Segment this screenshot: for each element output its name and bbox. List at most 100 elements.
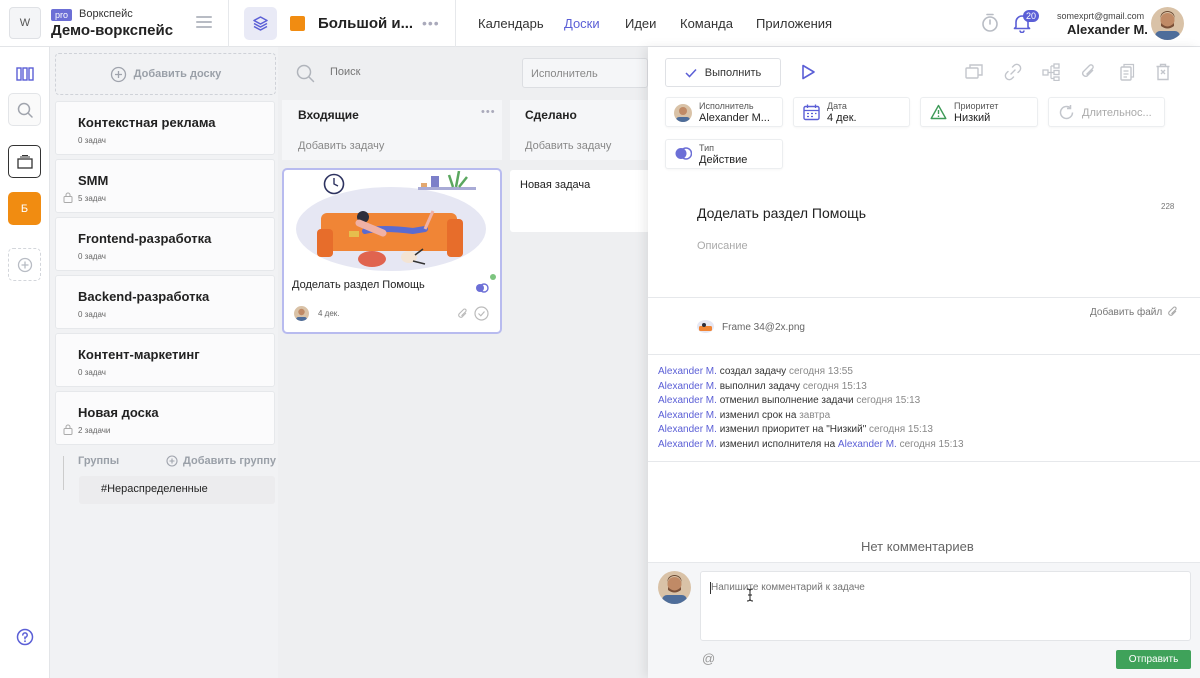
action-type-icon [675, 146, 693, 164]
layers-icon[interactable] [244, 7, 277, 40]
board-item-count: 0 задач [78, 310, 106, 319]
workspace-switch-letter: Б [20, 202, 29, 215]
priority-value: Низкий [954, 112, 991, 124]
workspace-name[interactable]: Демо-воркспейс [51, 22, 173, 39]
column-title[interactable]: Входящие [298, 108, 359, 122]
more-dots-icon[interactable]: ••• [422, 15, 440, 31]
nav-boards[interactable]: Доски [564, 16, 600, 31]
attachment-name[interactable]: Frame 34@2x.png [722, 322, 805, 333]
type-value: Действие [699, 154, 748, 166]
date-chip[interactable]: Дата 4 дек. [793, 97, 910, 127]
subtasks-tree-icon[interactable] [1042, 63, 1060, 84]
add-group-button[interactable]: Добавить группу [166, 455, 276, 467]
complete-task-label: Выполнить [704, 66, 762, 79]
workspace-logo-letter: W [19, 17, 31, 29]
play-icon[interactable] [801, 64, 816, 83]
copy-document-icon[interactable] [1118, 63, 1136, 84]
nav-calendar[interactable]: Календарь [478, 16, 544, 31]
groups-label: Группы [78, 455, 120, 467]
kanban-view-icon[interactable] [8, 57, 41, 90]
board-item-count: 0 задач [78, 252, 106, 261]
send-comment-button[interactable]: Отправить [1116, 650, 1191, 669]
duration-label: Длительнос... [1082, 107, 1152, 119]
priority-chip[interactable]: Приоритет Низкий [920, 97, 1038, 127]
board-color-swatch [290, 16, 305, 31]
description-field[interactable]: Описание [697, 240, 748, 252]
assignee-value: Alexander M... [699, 112, 770, 124]
search-icon[interactable] [296, 64, 315, 86]
user-avatar[interactable] [1151, 7, 1184, 40]
assignee-filter-select[interactable]: Исполнитель [522, 58, 648, 88]
delete-icon[interactable] [1155, 63, 1171, 84]
column-more-icon[interactable]: ••• [481, 106, 496, 118]
task-title[interactable]: Доделать раздел Помощь [697, 205, 866, 221]
check-circle-icon[interactable] [474, 306, 489, 324]
mention-icon[interactable]: @ [702, 651, 715, 666]
task-card-avatar [294, 306, 309, 321]
column-title[interactable]: Сделано [525, 108, 577, 122]
add-file-button[interactable]: Добавить файл [1090, 306, 1179, 318]
user-name[interactable]: Alexander M. [1067, 22, 1148, 37]
refresh-icon [1058, 104, 1075, 124]
board-title[interactable]: Большой и... [318, 15, 413, 32]
divider [455, 0, 456, 47]
board-item[interactable]: SMM 5 задач [55, 159, 275, 213]
workspace-logo[interactable]: W [9, 7, 41, 39]
hamburger-menu-icon[interactable] [196, 16, 212, 28]
type-chip[interactable]: Тип Действие [665, 139, 783, 169]
date-value: 4 дек. [827, 112, 857, 124]
board-item-title: Контент-маркетинг [78, 347, 200, 362]
paperclip-icon[interactable] [1080, 63, 1098, 84]
add-group-label: Добавить группу [183, 455, 277, 467]
activity-entry: Alexander M. отменил выполнение задачи с… [658, 395, 921, 406]
help-icon[interactable] [16, 628, 34, 649]
checkmark-icon [685, 68, 697, 78]
nav-apps[interactable]: Приложения [756, 16, 832, 31]
divider [228, 0, 229, 47]
workspace-switch-button[interactable]: Б [8, 192, 41, 225]
nav-ideas[interactable]: Идеи [625, 16, 656, 31]
copy-board-icon[interactable] [965, 63, 983, 84]
divider [648, 297, 1200, 298]
board-item-title: Backend-разработка [78, 289, 210, 304]
plus-circle-icon [110, 66, 126, 82]
attachment-thumbnail[interactable] [697, 320, 714, 333]
duration-chip[interactable]: Длительнос... [1048, 97, 1165, 127]
search-input[interactable] [330, 66, 490, 78]
add-task-button[interactable]: Добавить задачу [298, 140, 384, 152]
board-item-count: 5 задач [78, 194, 106, 203]
top-bar: W pro Воркспейс Демо-воркспейс Большой и… [0, 0, 1200, 47]
nav-team[interactable]: Команда [680, 16, 733, 31]
assignee-chip[interactable]: Исполнитель Alexander M... [665, 97, 783, 127]
board-item[interactable]: Новая доска 2 задачи [55, 391, 275, 445]
board-item-title: Контекстная реклама [78, 115, 216, 130]
workspace-type-label: Воркспейс [79, 8, 133, 20]
board-item-title: Новая доска [78, 405, 159, 420]
link-icon[interactable] [1004, 63, 1022, 84]
board-item-count: 2 задачи [78, 426, 111, 435]
task-card[interactable]: Новая задача [510, 170, 650, 232]
board-item[interactable]: Контекстная реклама 0 задач [55, 101, 275, 155]
text-caret [710, 582, 711, 594]
activity-entry: Alexander M. создал задачу сегодня 13:55 [658, 366, 853, 377]
add-task-button[interactable]: Добавить задачу [525, 140, 611, 152]
add-board-label: Добавить доску [133, 68, 222, 80]
comment-input[interactable] [700, 571, 1191, 641]
add-workspace-icon[interactable] [8, 248, 41, 281]
board-item[interactable]: Frontend-разработка 0 задач [55, 217, 275, 271]
boards-stack-icon[interactable] [8, 145, 41, 178]
board-item[interactable]: Контент-маркетинг 0 задач [55, 333, 275, 387]
paperclip-icon [457, 308, 469, 323]
group-item-unassigned[interactable]: #Нераспределенные [79, 476, 275, 504]
complete-task-button[interactable]: Выполнить [665, 58, 781, 87]
user-email: somexprt@gmail.com [1057, 11, 1145, 21]
board-item[interactable]: Backend-разработка 0 задач [55, 275, 275, 329]
calendar-icon [803, 104, 820, 124]
timer-icon[interactable] [981, 13, 999, 36]
text-cursor-icon [746, 588, 754, 605]
lock-icon [63, 424, 73, 438]
activity-entry: Alexander M. изменил срок на завтра [658, 410, 831, 421]
task-card-title: Доделать раздел Помощь [292, 279, 425, 291]
add-board-button[interactable]: Добавить доску [55, 53, 276, 95]
search-icon[interactable] [8, 93, 41, 126]
